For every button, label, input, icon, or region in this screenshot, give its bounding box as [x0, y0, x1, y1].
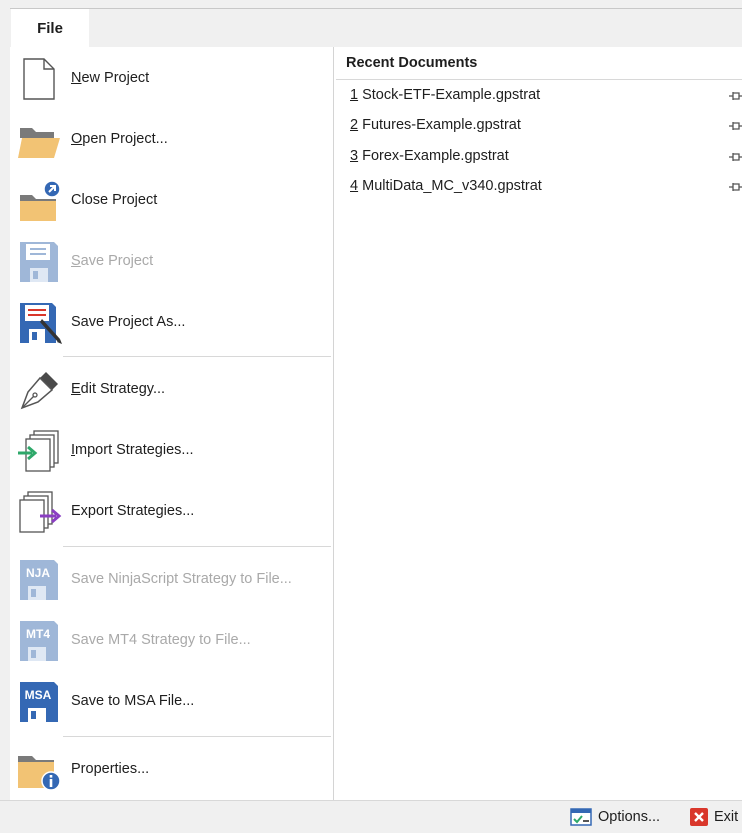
menu-item-save-project-as[interactable]: Save Project As... — [10, 293, 333, 351]
svg-text:MSA: MSA — [25, 688, 52, 702]
options-button[interactable]: Options... — [570, 808, 660, 826]
pin-icon[interactable] — [728, 181, 742, 193]
menu-item-save-ninjascript[interactable]: NJA Save NinjaScript Strategy to File... — [10, 550, 333, 608]
tab-file[interactable]: File — [11, 9, 89, 47]
recent-document-item[interactable]: 2 Futures-Example.gpstrat — [350, 117, 521, 133]
menu-label: Save Project As... — [71, 314, 186, 330]
fountain-pen-icon — [20, 372, 58, 410]
folder-info-icon — [18, 756, 61, 791]
menu-label: Import Strategies... — [71, 442, 194, 458]
left-margin — [0, 47, 10, 800]
top-border — [10, 8, 742, 9]
svg-text:NJA: NJA — [26, 566, 50, 580]
floppy-disk-icon — [20, 242, 58, 282]
file-menu: New Project Open Project... Close Projec… — [10, 47, 333, 800]
menu-item-new-project[interactable]: New Project — [10, 49, 333, 107]
menu-item-close-project[interactable]: Close Project — [10, 171, 333, 229]
menu-item-open-project[interactable]: Open Project... — [10, 110, 333, 168]
pane-divider — [333, 47, 334, 800]
menu-label: Open Project... — [71, 131, 168, 147]
nja-disk-icon: NJA — [20, 560, 58, 600]
menu-label: Edit Strategy... — [71, 381, 166, 397]
close-folder-icon — [20, 180, 61, 221]
pin-icon[interactable] — [728, 120, 742, 132]
header-divider — [336, 79, 742, 80]
new-document-icon — [23, 58, 55, 100]
menu-label: Save NinjaScript Strategy to File... — [71, 571, 292, 587]
menu-label: Export Strategies... — [71, 503, 195, 519]
options-icon — [570, 808, 592, 826]
menu-label: New Project — [71, 70, 150, 86]
menu-item-save-project[interactable]: Save Project — [10, 232, 333, 290]
menu-separator — [63, 736, 331, 737]
import-pages-icon — [18, 430, 59, 472]
menu-item-export-strategies[interactable]: Export Strategies... — [10, 482, 333, 540]
menu-item-save-mt4[interactable]: MT4 Save MT4 Strategy to File... — [10, 611, 333, 669]
export-pages-icon — [19, 491, 62, 533]
svg-text:MT4: MT4 — [26, 627, 50, 641]
menu-label: Save MT4 Strategy to File... — [71, 632, 251, 648]
menu-item-save-msa[interactable]: MSA Save to MSA File... — [10, 672, 333, 730]
menu-separator — [63, 356, 331, 357]
menu-item-properties[interactable]: Properties... — [10, 740, 333, 798]
save-as-icon — [20, 303, 62, 344]
options-label: Options... — [598, 809, 661, 825]
menu-label: Save Project — [71, 253, 154, 269]
recent-documents-header: Recent Documents — [346, 55, 478, 71]
open-folder-icon — [18, 128, 60, 158]
menu-item-edit-strategy[interactable]: Edit Strategy... — [10, 360, 333, 418]
recent-document-item[interactable]: 4 MultiData_MC_v340.gpstrat — [350, 178, 542, 194]
msa-disk-icon: MSA — [20, 682, 58, 722]
menu-label: Save to MSA File... — [71, 693, 195, 709]
menu-label: Close Project — [71, 192, 158, 208]
close-icon — [690, 808, 708, 826]
menu-separator — [63, 546, 331, 547]
exit-label: Exit — [714, 809, 739, 825]
mt4-disk-icon: MT4 — [20, 621, 58, 661]
recent-document-item[interactable]: 1 Stock-ETF-Example.gpstrat — [350, 87, 540, 103]
recent-document-item[interactable]: 3 Forex-Example.gpstrat — [350, 148, 509, 164]
menu-label: Properties... — [71, 761, 150, 777]
exit-button[interactable]: Exit — [690, 808, 738, 826]
pin-icon[interactable] — [728, 151, 742, 163]
pin-icon[interactable] — [728, 90, 742, 102]
menu-item-import-strategies[interactable]: Import Strategies... — [10, 421, 333, 479]
